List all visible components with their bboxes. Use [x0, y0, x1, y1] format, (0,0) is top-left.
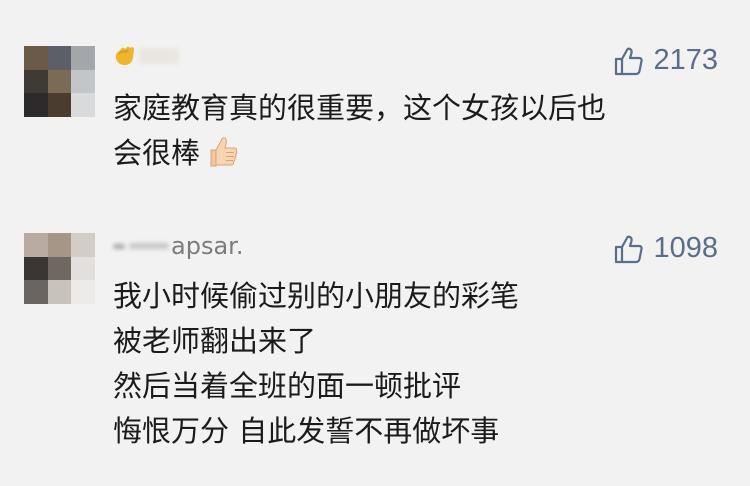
- username-text: apsar.: [171, 232, 244, 260]
- comment-line: 我小时候偷过别的小朋友的彩笔: [113, 279, 520, 313]
- waving-hand-emoji: [113, 45, 137, 67]
- thumbs-up-outline-icon: [615, 47, 644, 75]
- username[interactable]: apsar.: [113, 232, 244, 260]
- comment-line-last: 会很棒: [113, 131, 710, 182]
- comment-item: apsar. 1098 我小时候偷过别的小朋友的彩笔 被老师翻出来了 然后当着全…: [0, 210, 750, 486]
- thumbs-up-outline-icon: [615, 235, 644, 263]
- comment-line: 家庭教育真的很重要，这个女孩以后也: [113, 91, 607, 125]
- username-redacted: [113, 243, 125, 249]
- avatar[interactable]: [24, 233, 95, 304]
- avatar[interactable]: [24, 46, 95, 117]
- comment-text: 家庭教育真的很重要，这个女孩以后也 会很棒: [113, 86, 710, 182]
- thumbs-up-emoji: [204, 133, 240, 182]
- comment-line-text: 会很棒: [113, 136, 201, 170]
- username-redacted: [129, 243, 169, 249]
- comment-line: 被老师翻出来了: [113, 324, 317, 358]
- like-count: 1098: [653, 232, 718, 264]
- username-redacted: [139, 48, 179, 64]
- like-count: 2173: [653, 44, 718, 76]
- comment-item: 2173 家庭教育真的很重要，这个女孩以后也 会很棒: [0, 0, 750, 210]
- username[interactable]: [113, 44, 179, 68]
- like-button[interactable]: 1098: [613, 232, 718, 265]
- comment-text: 我小时候偷过别的小朋友的彩笔 被老师翻出来了 然后当着全班的面一顿批评 悔恨万分…: [113, 274, 710, 454]
- comment-line: 然后当着全班的面一顿批评: [113, 369, 462, 403]
- comment-line: 悔恨万分 自此发誓不再做坏事: [113, 414, 500, 448]
- like-button[interactable]: 2173: [613, 44, 718, 77]
